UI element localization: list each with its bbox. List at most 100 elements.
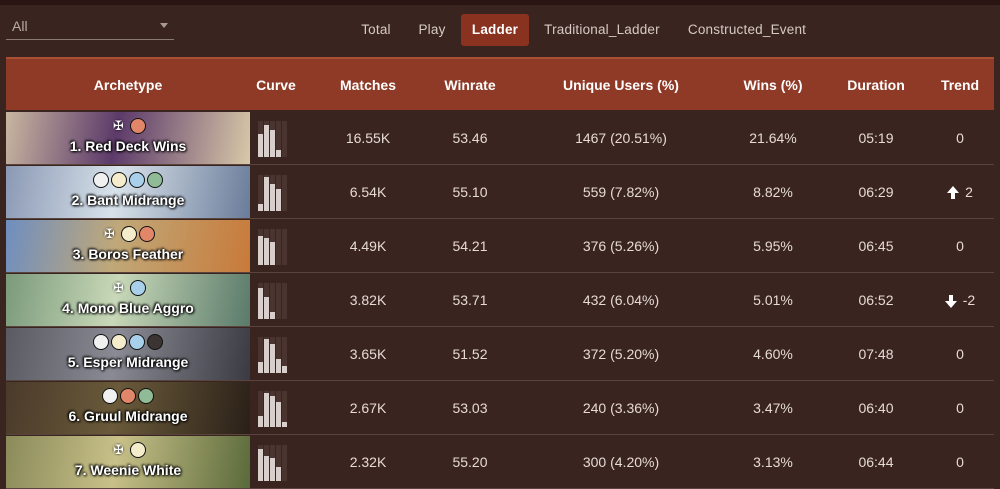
curve-column	[282, 391, 287, 427]
trend-cell: 0	[926, 381, 994, 435]
curve-column	[282, 229, 287, 265]
duration-cell: 06:44	[858, 454, 894, 470]
archetype-art[interactable]: 6. Gruul Midrange	[6, 382, 250, 434]
curve-bar	[270, 396, 275, 427]
curve-column	[276, 283, 281, 319]
curve-bar	[270, 130, 275, 157]
curve-column	[264, 121, 269, 157]
archetype-art[interactable]: 5. Esper Midrange	[6, 328, 250, 380]
mana-g-icon	[138, 388, 154, 404]
col-matches[interactable]: Matches	[316, 59, 420, 112]
col-archetype[interactable]: Archetype	[6, 59, 250, 112]
col-unique-users[interactable]: Unique Users (%)	[526, 59, 716, 112]
top-strip	[0, 0, 1000, 5]
guild-icon: ✠	[104, 226, 115, 241]
col-curve[interactable]: Curve	[250, 59, 302, 112]
curve-column	[270, 121, 275, 157]
archetype-name[interactable]: 5. Esper Midrange	[6, 354, 250, 370]
mana-u-icon	[129, 172, 145, 188]
table-row[interactable]: 6. Gruul Midrange 2.67K 53.03 240 (3.36%) 3.…	[6, 381, 994, 435]
archetype-art[interactable]: ✠ 4. Mono Blue Aggro	[6, 274, 250, 326]
archetype-name[interactable]: 2. Bant Midrange	[6, 192, 250, 208]
archetype-name[interactable]: 1. Red Deck Wins	[6, 138, 250, 154]
curve-column	[258, 121, 263, 157]
archetype-art[interactable]: ✠ 7. Weenie White	[6, 436, 250, 488]
curve-bar	[264, 238, 269, 265]
curve-column	[276, 229, 281, 265]
trend-value: -2	[962, 292, 976, 308]
mana-curve	[258, 175, 296, 211]
curve-bar	[276, 359, 281, 373]
archetype-name[interactable]: 6. Gruul Midrange	[6, 408, 250, 424]
wins-cell: 4.60%	[753, 346, 793, 362]
curve-bar	[264, 177, 269, 211]
archetype-art[interactable]: 2. Bant Midrange	[6, 166, 250, 218]
col-trend[interactable]: Trend	[926, 59, 994, 112]
tab-play[interactable]: Play	[410, 14, 454, 46]
mana-r-icon	[129, 118, 146, 134]
curve-column	[264, 337, 269, 373]
mana-u-icon	[129, 334, 145, 350]
curve-column	[270, 445, 275, 481]
curve-column	[270, 283, 275, 319]
curve-column	[258, 283, 263, 319]
winrate-cell: 55.10	[452, 184, 488, 200]
tab-ladder[interactable]: Ladder	[461, 14, 529, 46]
wins-cell: 5.95%	[753, 238, 793, 254]
table-row[interactable]: ✠ 1. Red Deck Wins 16.55K 53.46 1467 (20.51%…	[6, 111, 994, 165]
duration-cell: 06:52	[858, 292, 894, 308]
table-row[interactable]: ✠ 3. Boros Feather 4.49K 54.21 376 (5.26%) 5.…	[6, 219, 994, 273]
col-winrate[interactable]: Winrate	[420, 59, 520, 112]
mana-c-icon	[102, 388, 118, 404]
winrate-cell: 51.52	[452, 346, 488, 362]
mana-w-icon	[111, 334, 127, 350]
guild-icon: ✠	[113, 118, 124, 133]
mana-curve	[258, 229, 296, 265]
arrow-up-icon	[947, 185, 960, 199]
archetype-name[interactable]: 4. Mono Blue Aggro	[6, 300, 250, 316]
unique-users-cell: 559 (7.82%)	[582, 184, 660, 200]
curve-bar	[276, 150, 281, 157]
curve-column	[258, 175, 263, 211]
table-row[interactable]: ✠ 4. Mono Blue Aggro 3.82K 53.71 432 (6.04%)…	[6, 273, 994, 327]
trend-value: 0	[956, 400, 964, 416]
winrate-cell: 53.71	[452, 292, 488, 308]
tab-traditional-ladder[interactable]: Traditional_Ladder	[538, 14, 666, 46]
archetype-name[interactable]: 3. Boros Feather	[6, 246, 250, 262]
mana-colors: ✠	[6, 118, 250, 136]
mana-c-icon	[93, 172, 109, 188]
archetype-art[interactable]: ✠ 1. Red Deck Wins	[6, 112, 250, 164]
curve-column	[276, 391, 281, 427]
table-row[interactable]: ✠ 7. Weenie White 2.32K 55.20 300 (4.20%) 3.1…	[6, 435, 994, 489]
table-row[interactable]: 2. Bant Midrange 6.54K 55.10 559 (7.82%) 8.8…	[6, 165, 994, 219]
mana-curve	[258, 445, 296, 481]
curve-bar	[282, 422, 287, 427]
mana-colors: ✠	[6, 226, 250, 244]
wins-cell: 21.64%	[749, 130, 797, 146]
curve-bar	[270, 184, 275, 211]
duration-cell: 06:45	[858, 238, 894, 254]
wins-cell: 5.01%	[753, 292, 793, 308]
col-wins[interactable]: Wins (%)	[706, 59, 840, 112]
mana-c-icon	[93, 334, 109, 350]
curve-column	[282, 121, 287, 157]
curve-bar	[270, 458, 275, 481]
archetype-art[interactable]: ✠ 3. Boros Feather	[6, 220, 250, 272]
archetype-name[interactable]: 7. Weenie White	[6, 462, 250, 478]
tab-constructed-event[interactable]: Constructed_Event	[680, 14, 814, 46]
trend-cell: 0	[926, 327, 994, 381]
queue-tabs: Total Play Ladder Traditional_Ladder Con…	[0, 14, 1000, 46]
mana-w-icon	[129, 442, 146, 458]
trend-cell: 0	[926, 219, 994, 273]
col-duration[interactable]: Duration	[834, 59, 918, 112]
matches-cell: 16.55K	[345, 130, 391, 146]
mana-g-icon	[147, 172, 163, 188]
mana-colors: ✠	[6, 442, 250, 460]
table-row[interactable]: 5. Esper Midrange 3.65K 51.52 372 (5.20%) 4.…	[6, 327, 994, 381]
guild-icon: ✠	[113, 442, 124, 457]
curve-column	[270, 175, 275, 211]
curve-column	[264, 445, 269, 481]
mana-colors: ✠	[6, 280, 250, 298]
tab-total[interactable]: Total	[350, 14, 402, 46]
matches-cell: 2.32K	[349, 454, 387, 470]
